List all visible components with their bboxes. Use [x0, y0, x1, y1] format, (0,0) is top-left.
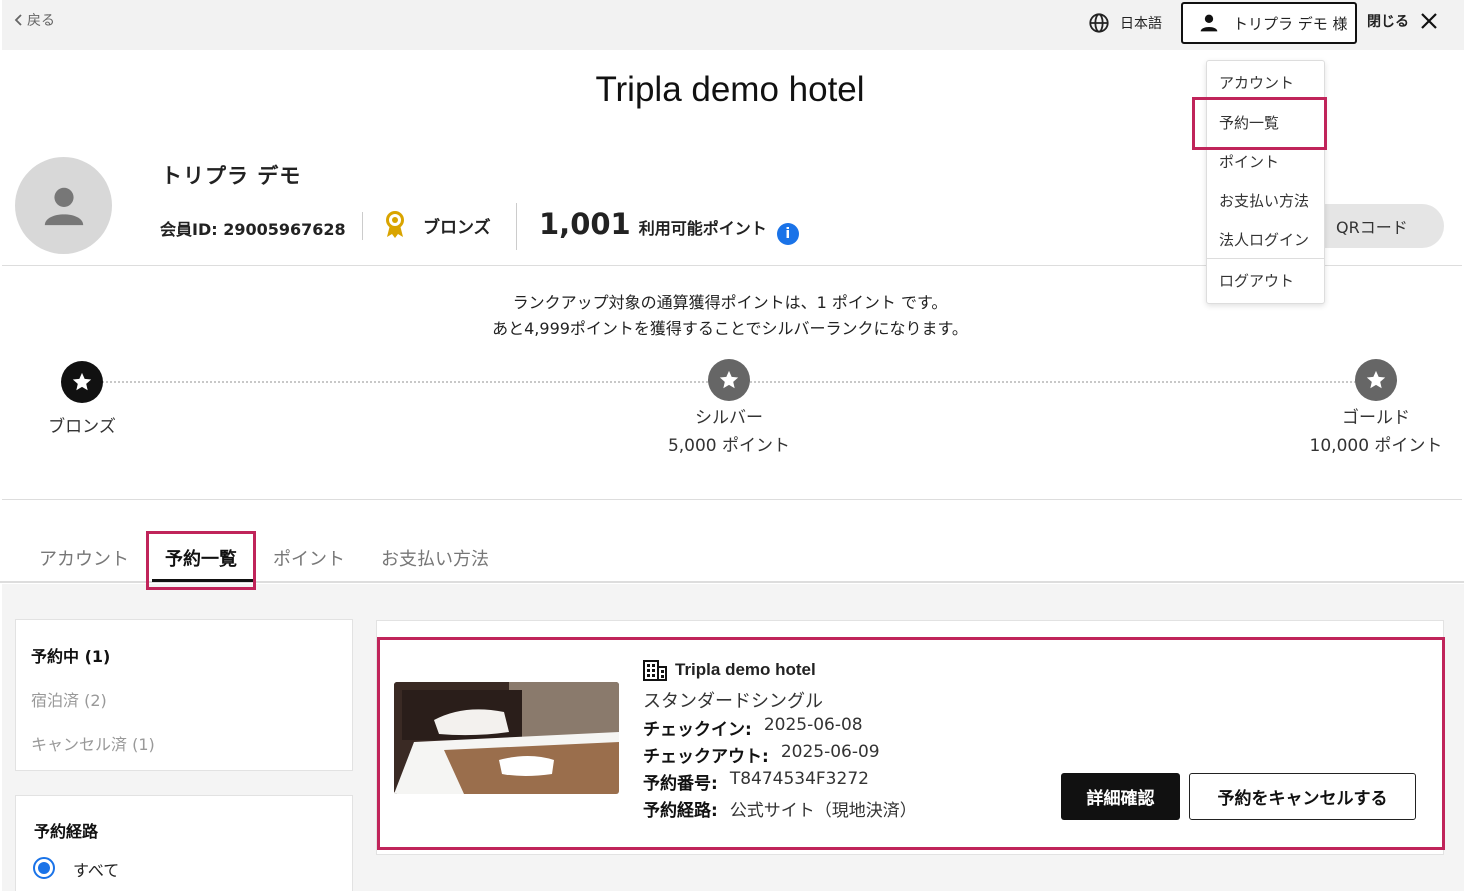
filter-cancelled[interactable]: キャンセル済 (1): [31, 731, 155, 755]
points-label: 利用可能ポイント: [638, 219, 767, 238]
member-name: トリプラ デモ: [161, 164, 302, 188]
user-menu-button[interactable]: トリプラ デモ 様: [1181, 2, 1357, 44]
close-icon: [1421, 13, 1437, 29]
top-bar: 戻る 日本語 トリプラ デモ 様 閉じる: [2, 0, 1464, 50]
radio-all-label[interactable]: すべて: [73, 857, 119, 881]
rank-level-points: 10,000 ポイント: [1309, 436, 1443, 456]
back-link[interactable]: 戻る: [14, 10, 55, 30]
member-id: 会員ID: 29005967628: [160, 220, 346, 239]
language-selector[interactable]: 日本語: [1088, 12, 1162, 34]
menu-divider: [1207, 258, 1324, 259]
rank-message-line2: あと4,999ポイントを獲得することでシルバーランクになります。: [492, 319, 968, 338]
highlight-box-tab: [146, 531, 256, 590]
divider: [516, 203, 517, 250]
close-button[interactable]: 閉じる: [1367, 11, 1439, 31]
menu-item-logout[interactable]: ログアウト: [1219, 270, 1294, 291]
rank-level-name: ブロンズ: [48, 417, 116, 437]
available-points: 1,001 利用可能ポイント i: [539, 207, 799, 245]
rank-star-bronze: [61, 361, 103, 403]
info-icon[interactable]: i: [776, 223, 799, 245]
highlight-box-menu: [1192, 97, 1327, 150]
divider: [362, 212, 363, 240]
avatar: [15, 157, 112, 254]
rank-level-points: 5,000 ポイント: [667, 436, 791, 456]
rank-star-silver: [708, 359, 750, 401]
route-filter: [15, 795, 353, 891]
tab-points[interactable]: ポイント: [273, 545, 345, 571]
tab-account[interactable]: アカウント: [39, 545, 129, 571]
rank-level-name: ゴールド: [1342, 408, 1410, 428]
globe-icon: [1089, 13, 1109, 33]
star-icon: [72, 372, 92, 391]
star-icon: [1366, 370, 1386, 389]
rank-medal-icon: [386, 211, 404, 238]
rank-label: ブロンズ: [423, 217, 491, 238]
user-label: トリプラ デモ 様: [1233, 14, 1348, 33]
divider: [2, 499, 1462, 500]
points-value: 1,001: [539, 207, 631, 241]
language-label: 日本語: [1120, 16, 1162, 32]
star-icon: [719, 370, 739, 389]
rank-level-name: シルバー: [695, 408, 763, 428]
back-label: 戻る: [27, 13, 55, 29]
tab-payment-methods[interactable]: お支払い方法: [381, 545, 489, 571]
qr-label: QRコード: [1336, 218, 1408, 237]
member-rank: ブロンズ: [383, 211, 491, 239]
chevron-left-icon: [14, 14, 22, 26]
highlight-box-reservation: [377, 637, 1445, 850]
radio-all[interactable]: [33, 857, 55, 879]
menu-item-payment-methods[interactable]: お支払い方法: [1219, 190, 1309, 211]
person-icon: [1200, 14, 1218, 32]
filter-stayed[interactable]: 宿泊済 (2): [31, 687, 107, 711]
close-label: 閉じる: [1367, 14, 1409, 30]
menu-item-corporate-login[interactable]: 法人ログイン: [1219, 229, 1309, 250]
menu-item-points[interactable]: ポイント: [1219, 151, 1279, 172]
route-filter-title: 予約経路: [34, 822, 99, 841]
filter-upcoming[interactable]: 予約中 (1): [31, 643, 110, 667]
rank-star-gold: [1355, 359, 1397, 401]
menu-item-account[interactable]: アカウント: [1219, 72, 1294, 93]
person-icon: [44, 187, 83, 225]
